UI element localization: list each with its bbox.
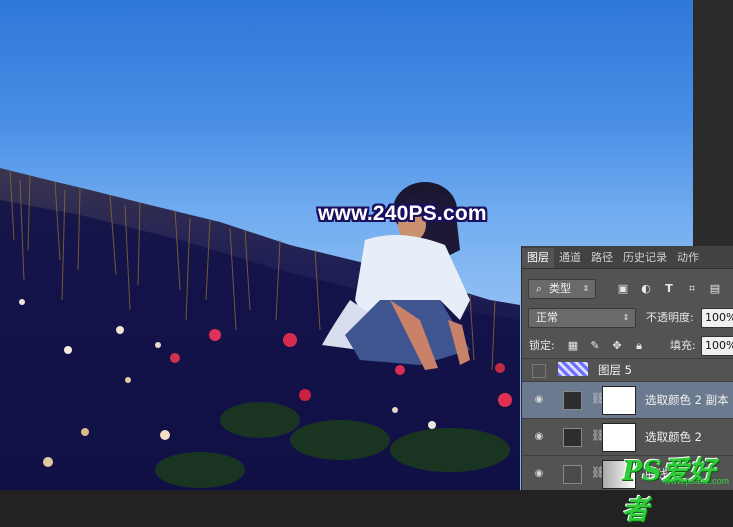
site-logo-url: www.psahz.com [664,476,730,486]
eye-icon[interactable]: ◉ [532,430,546,444]
type-filter-icon[interactable]: T [662,282,676,296]
eye-icon[interactable]: ◉ [532,467,546,481]
tab-paths[interactable]: 路径 [586,248,618,268]
tab-actions[interactable]: 动作 [672,248,704,268]
fill-label: 填充: [670,339,696,352]
curves-adjustment-icon [563,465,582,484]
selective-color-adjustment-icon [563,391,582,410]
layer-mask-thumbnail[interactable] [602,423,636,452]
filter-row: ⌕ 类型 ⇕ ▣ ◐ T ⌗ ▤ [522,279,733,301]
selective-color-adjustment-icon [563,428,582,447]
blend-row: 正常 ⇕ 不透明度: 100% [522,307,733,329]
tab-layers[interactable]: 图层 [522,248,554,268]
layer-name: 图层 5 [598,363,632,377]
smart-object-filter-icon[interactable]: ▤ [708,282,722,296]
chevron-updown-icon: ⇕ [622,313,630,322]
adjustment-filter-icon[interactable]: ◐ [639,282,653,296]
chevron-updown-icon: ⇕ [582,284,590,293]
tab-channels[interactable]: 通道 [554,248,586,268]
image-filter-icon[interactable]: ▣ [616,282,630,296]
site-watermark: www.240PS.com [318,202,487,225]
layer-row-layer5[interactable]: 图层 5 [522,358,733,381]
site-logo: PS爱好者 [622,456,716,526]
blend-mode-select[interactable]: 正常 ⇕ [528,308,636,328]
fill-value: 100% [705,339,733,352]
lock-transparent-icon[interactable]: ▦ [566,339,580,353]
eye-icon[interactable]: ◉ [532,393,546,407]
fill-field[interactable]: 100% [701,336,733,356]
layer-mask-thumbnail[interactable] [602,386,636,415]
lock-position-icon[interactable]: ✥ [610,339,624,353]
filter-kind-label: 类型 [549,282,571,295]
search-icon: ⌕ [535,282,543,295]
lock-row: 锁定: ▦ ✎ ✥ 🔒︎ 填充: 100% [522,335,733,357]
opacity-value: 100% [705,311,733,324]
blend-mode-value: 正常 [536,311,558,324]
opacity-field[interactable]: 100% [701,308,733,328]
filter-kind-select[interactable]: ⌕ 类型 ⇕ [528,279,596,299]
panel-tabs: 图层 通道 路径 历史记录 动作 [522,246,733,269]
tab-history[interactable]: 历史记录 [618,248,672,268]
lock-paint-icon[interactable]: ✎ [588,339,602,353]
layer-name: 选取颜色 2 [645,430,702,444]
lock-label: 锁定: [529,339,555,352]
shape-filter-icon[interactable]: ⌗ [685,282,699,296]
visibility-off-icon[interactable] [532,364,546,378]
layer-row-selective-color-2-copy[interactable]: ◉ ⛓ 选取颜色 2 副本 [522,381,733,418]
layer-name: 选取颜色 2 副本 [645,393,729,407]
layer-thumbnail [558,362,588,376]
opacity-label: 不透明度: [646,311,694,324]
lock-all-icon[interactable]: 🔒︎ [632,339,646,353]
